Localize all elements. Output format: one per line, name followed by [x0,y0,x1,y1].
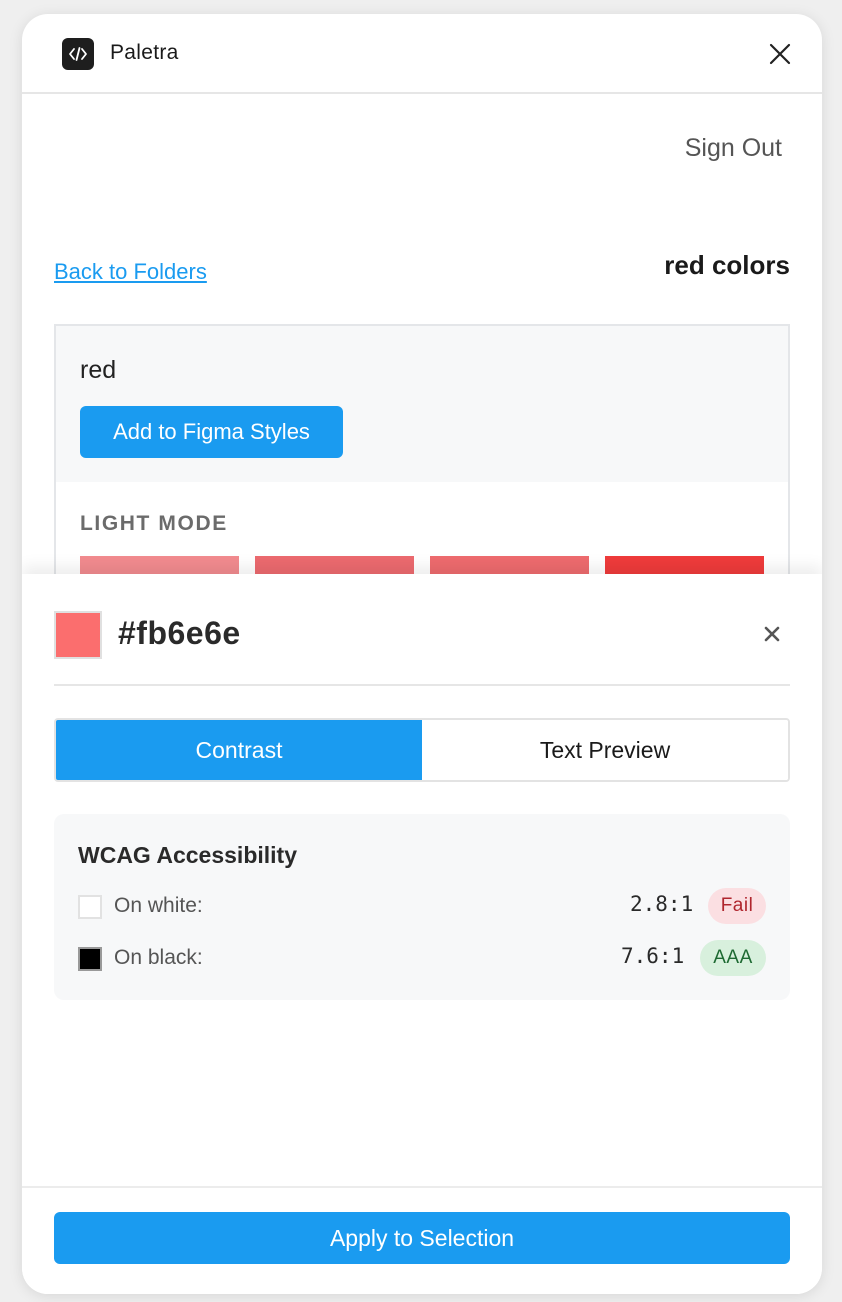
wcag-row-black: On black: 7.6:1 AAA [54,938,790,978]
selected-hex: #fb6e6e [118,615,241,651]
tab-text-preview[interactable]: Text Preview [422,720,788,780]
status-badge: Fail [708,888,766,924]
wcag-title: WCAG Accessibility [78,842,297,868]
divider [54,684,790,686]
detail-tabs: Contrast Text Preview [54,718,790,782]
close-icon[interactable] [768,42,792,66]
status-badge: AAA [700,940,766,976]
sign-out-button[interactable]: Sign Out [685,134,782,163]
apply-to-selection-button[interactable]: Apply to Selection [54,1212,790,1264]
code-brackets-icon [62,38,94,70]
back-to-folders-link[interactable]: Back to Folders [54,259,207,285]
row-label: On white: [114,894,203,917]
mode-label: LIGHT MODE [80,512,228,535]
contrast-ratio: 7.6:1 [621,944,685,968]
wcag-row-white: On white: 2.8:1 Fail [54,886,790,926]
white-swatch [78,895,102,919]
close-sheet-icon[interactable] [762,624,782,644]
selected-color-swatch [54,611,102,659]
folder-title: red colors [664,250,790,280]
contrast-ratio: 2.8:1 [630,892,694,916]
wcag-card: WCAG Accessibility On white: 2.8:1 Fail … [54,814,790,1000]
footer: Apply to Selection [22,1186,822,1294]
tab-contrast[interactable]: Contrast [56,720,422,780]
row-label: On black: [114,946,203,969]
black-swatch [78,947,102,971]
add-to-figma-styles-button[interactable]: Add to Figma Styles [80,406,343,458]
app-title: Paletra [110,41,179,64]
plugin-window: Paletra Sign Out Back to Folders red col… [22,14,822,1294]
color-name: red [80,356,117,384]
title-bar: Paletra [22,14,822,94]
